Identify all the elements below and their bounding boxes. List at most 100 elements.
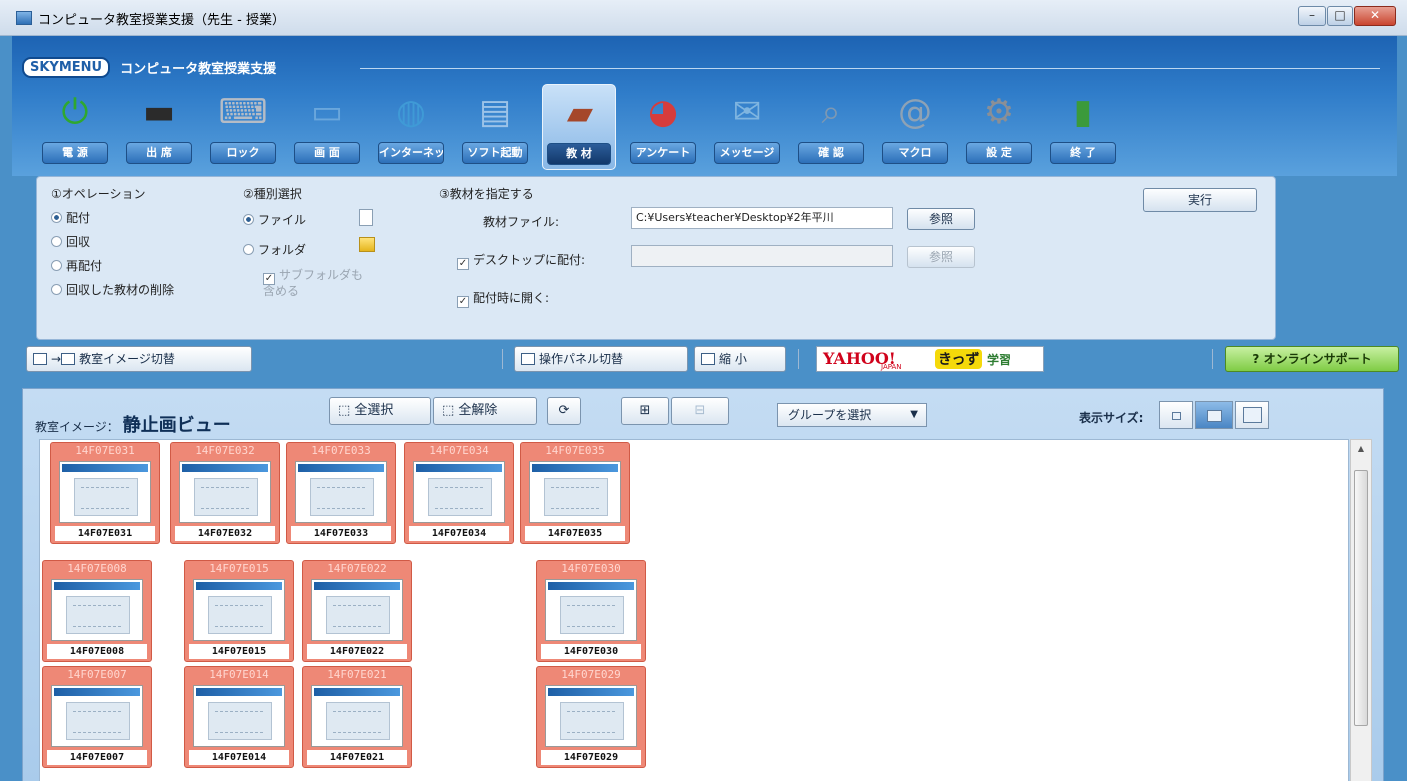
pc-header-name: 14F07E032 [195,444,255,457]
open-on-distribute-checkbox[interactable]: ✓ 配付時に開く: [457,289,549,308]
size-large-icon [1243,407,1262,423]
size-medium-icon [1207,410,1222,422]
radio-delete-collected[interactable]: 回収した教材の削除 [51,281,174,298]
close-icon: ✕ [1369,8,1381,22]
pc-header-name: 14F07E031 [75,444,135,457]
pc-screen-thumbnail [179,461,271,523]
secondary-toolbar: → 教室イメージ切替 操作パネル切替 縮 小 YAHOO! JAPAN きっず 学… [12,346,1399,376]
student-pc-tile[interactable]: 14F07E022 14F07E022 [302,560,412,662]
grid-view-icon [33,353,47,365]
deselect-all-button[interactable]: ⬚ 全解除 [433,397,537,425]
student-pc-tile[interactable]: 14F07E032 14F07E032 [170,442,280,544]
radio-file[interactable]: ファイル [243,211,306,228]
vertical-scrollbar[interactable]: ▲ [1350,439,1372,781]
online-support-button[interactable]: ? オンラインサポート [1225,346,1399,372]
student-pc-tile[interactable]: 14F07E034 14F07E034 [404,442,514,544]
student-pc-tile[interactable]: 14F07E014 14F07E014 [184,666,294,768]
tool-macro-at[interactable]: @ マクロ [878,84,952,170]
radio-redistribute[interactable]: 再配付 [51,257,102,274]
tool-software-launch[interactable]: ▤ ソフト起動 [458,84,532,170]
pc-screen-thumbnail [193,579,285,641]
ungroup-layout-icon: ⊟ [694,403,706,418]
view-mode-title: 静止画ビュー [122,415,231,436]
student-pc-tile[interactable]: 14F07E035 14F07E035 [520,442,630,544]
pc-header-name: 14F07E034 [429,444,489,457]
radio-distribute[interactable]: 配付 [51,209,90,226]
classroom-image-area: 教室イメージ： 静止画ビュー ⬚ 全選択 ⬚ 全解除 ⟳ ⊞ ⊟ グループを選択 ▼… [22,388,1384,781]
panel-icon [521,353,535,365]
student-pc-tile[interactable]: 14F07E029 14F07E029 [536,666,646,768]
pc-header-name: 14F07E021 [327,668,387,681]
student-pc-tile[interactable]: 14F07E031 14F07E031 [50,442,160,544]
size-medium-button[interactable] [1195,401,1233,429]
browse-button-disabled[interactable]: 参照 [907,246,975,268]
operation-title: ①オペレーション [51,187,146,201]
maximize-button[interactable]: □ [1327,6,1353,26]
tool-teaching-material-book[interactable]: ▰ 教 材 [542,84,616,170]
panel-switch-button[interactable]: 操作パネル切替 [514,346,688,372]
student-pc-tile[interactable]: 14F07E033 14F07E033 [286,442,396,544]
student-pc-tile[interactable]: 14F07E021 14F07E021 [302,666,412,768]
teaching-material-book-icon: ▰ [566,93,594,133]
tool-label: 設 定 [966,142,1032,164]
tool-monitor[interactable]: ▭ 画 面 [290,84,364,170]
close-button[interactable]: ✕ [1354,6,1396,26]
scrollbar-thumb[interactable] [1354,470,1368,726]
pc-header-name: 14F07E008 [67,562,127,575]
app-icon [16,11,32,25]
size-large-button[interactable] [1235,401,1269,429]
pc-screen-thumbnail [311,579,403,641]
pie-chart-icon: ◕ [648,92,678,132]
tool-attendance-book[interactable]: ▬ 出 席 [122,84,196,170]
minimize-button[interactable]: – [1298,6,1326,26]
tool-power[interactable]: ⏻ 電 源 [38,84,112,170]
yahoo-kids-banner[interactable]: YAHOO! JAPAN きっず 学習 [816,346,1044,372]
shrink-button[interactable]: 縮 小 [694,346,786,372]
radio-collect[interactable]: 回収 [51,233,90,250]
tool-label: 画 面 [294,142,360,164]
pc-screen-thumbnail [311,685,403,747]
pc-screen-thumbnail [59,461,151,523]
deselect-icon: ⬚ [442,403,459,418]
radio-folder[interactable]: フォルダ [243,241,306,258]
material-file-input[interactable]: C:¥Users¥teacher¥Desktop¥2年平川 [631,207,893,229]
scroll-up-icon[interactable]: ▲ [1351,444,1371,453]
kids-text: きっず [935,349,983,369]
tool-message-envelope[interactable]: ✉ メッセージ [710,84,784,170]
tool-lock-keyboard[interactable]: ⌨ ロック [206,84,280,170]
tool-globe[interactable]: ◍ インターネット [374,84,448,170]
study-text: 学習 [987,353,1012,367]
tool-label: 教 材 [547,143,611,165]
execute-button[interactable]: 実行 [1143,188,1257,212]
ungroup-layout-button[interactable]: ⊟ [671,397,729,425]
pc-header-name: 14F07E014 [209,668,269,681]
student-pc-tile[interactable]: 14F07E007 14F07E007 [42,666,152,768]
desktop-path-input[interactable] [631,245,893,267]
skymenu-logo: SKYMENU [22,56,111,78]
student-pc-tile[interactable]: 14F07E030 14F07E030 [536,560,646,662]
yahoo-japan-text: JAPAN [881,363,902,371]
power-icon: ⏻ [61,92,89,132]
shrink-icon [701,353,715,365]
pc-name: 14F07E029 [541,750,641,765]
select-all-button[interactable]: ⬚ 全選択 [329,397,431,425]
desktop-distribute-checkbox[interactable]: ✓ デスクトップに配付: [457,251,585,270]
group-select-dropdown[interactable]: グループを選択 ▼ [777,403,927,427]
brand-divider [360,68,1380,69]
material-title: ③教材を指定する [439,187,534,201]
refresh-button[interactable]: ⟳ [547,397,581,425]
pc-header-name: 14F07E007 [67,668,127,681]
material-file-label: 教材ファイル: [483,215,560,229]
tool-exit-door[interactable]: ▮ 終 了 [1046,84,1120,170]
student-pc-tile[interactable]: 14F07E015 14F07E015 [184,560,294,662]
size-small-button[interactable] [1159,401,1193,429]
student-pc-tile[interactable]: 14F07E008 14F07E008 [42,560,152,662]
pc-name: 14F07E034 [409,526,509,541]
group-layout-button[interactable]: ⊞ [621,397,669,425]
include-subfolders-checkbox[interactable]: ✓ サブフォルダも 含める [263,269,363,298]
switch-classroom-image-button[interactable]: → 教室イメージ切替 [26,346,252,372]
tool-magnifier[interactable]: ⌕ 確 認 [794,84,868,170]
tool-pie-chart[interactable]: ◕ アンケート [626,84,700,170]
tool-gear[interactable]: ⚙ 設 定 [962,84,1036,170]
browse-button[interactable]: 参照 [907,208,975,230]
